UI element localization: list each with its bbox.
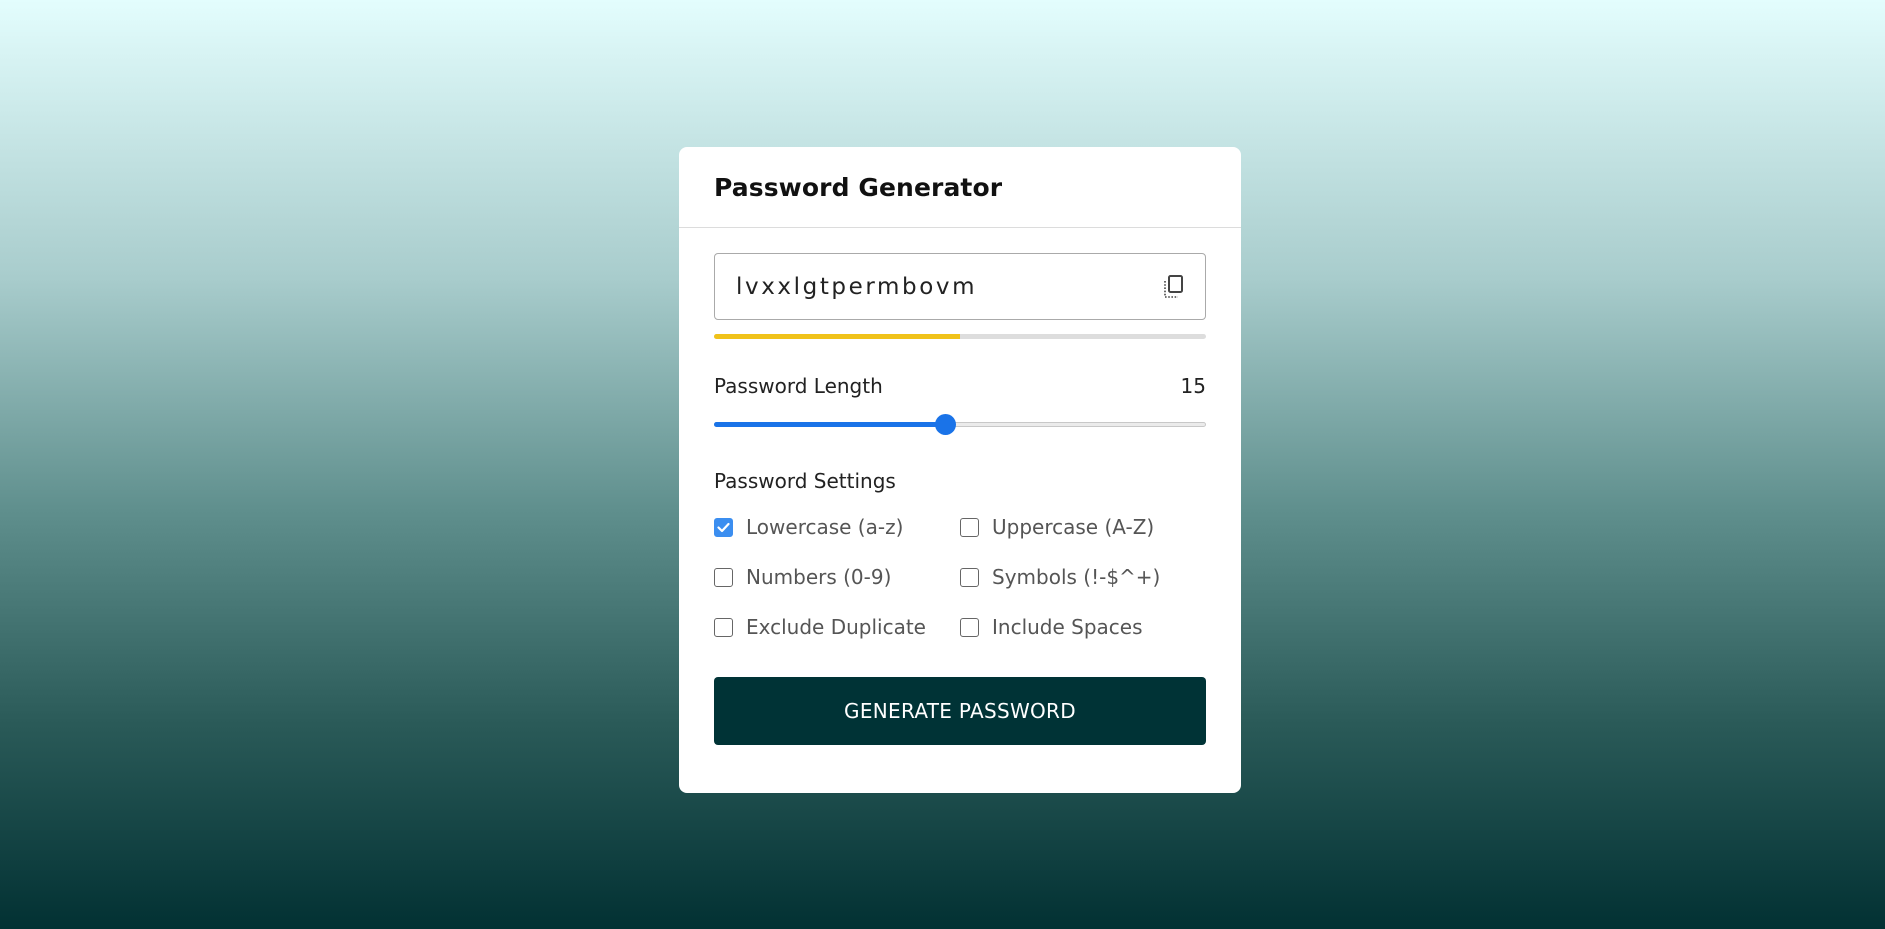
length-row: Password Length 15: [714, 374, 1206, 398]
generate-password-button[interactable]: GENERATE PASSWORD: [714, 677, 1206, 745]
settings-title: Password Settings: [714, 469, 896, 493]
exclude-duplicate-checkbox[interactable]: [714, 617, 733, 637]
strength-fill: [714, 334, 960, 339]
option-label: Exclude Duplicate: [746, 615, 926, 639]
uppercase-checkbox[interactable]: [960, 517, 979, 537]
slider-fill: [714, 422, 946, 427]
lowercase-checkbox[interactable]: [714, 517, 733, 537]
option-include-spaces[interactable]: Include Spaces: [960, 614, 1206, 640]
password-value: lvxxlgtpermbovm: [736, 273, 978, 300]
password-generator-card: Password Generator lvxxlgtpermbovm Passw…: [679, 147, 1241, 793]
option-exclude-duplicate[interactable]: Exclude Duplicate: [714, 614, 960, 640]
card-body: lvxxlgtpermbovm Password Length 15 Passw…: [679, 228, 1241, 745]
copy-icon[interactable]: [1162, 274, 1186, 300]
symbols-checkbox[interactable]: [960, 567, 979, 587]
option-label: Include Spaces: [992, 615, 1143, 639]
option-label: Lowercase (a-z): [746, 515, 904, 539]
length-label: Password Length: [714, 374, 883, 398]
numbers-checkbox[interactable]: [714, 567, 733, 587]
option-label: Numbers (0-9): [746, 565, 892, 589]
page-title: Password Generator: [714, 172, 1003, 202]
strength-indicator: [714, 334, 1206, 339]
settings-options: Lowercase (a-z) Uppercase (A-Z) Numbers …: [714, 514, 1206, 640]
check-icon: [717, 522, 730, 532]
include-spaces-checkbox[interactable]: [960, 617, 979, 637]
option-uppercase[interactable]: Uppercase (A-Z): [960, 514, 1206, 540]
slider-thumb[interactable]: [935, 414, 957, 435]
length-slider[interactable]: [714, 414, 1206, 435]
option-numbers[interactable]: Numbers (0-9): [714, 564, 960, 590]
card-header: Password Generator: [679, 147, 1241, 228]
option-symbols[interactable]: Symbols (!-$^+): [960, 564, 1206, 590]
option-lowercase[interactable]: Lowercase (a-z): [714, 514, 960, 540]
option-label: Symbols (!-$^+): [992, 565, 1161, 589]
password-display: lvxxlgtpermbovm: [714, 253, 1206, 320]
option-label: Uppercase (A-Z): [992, 515, 1155, 539]
length-value: 15: [1180, 374, 1206, 398]
